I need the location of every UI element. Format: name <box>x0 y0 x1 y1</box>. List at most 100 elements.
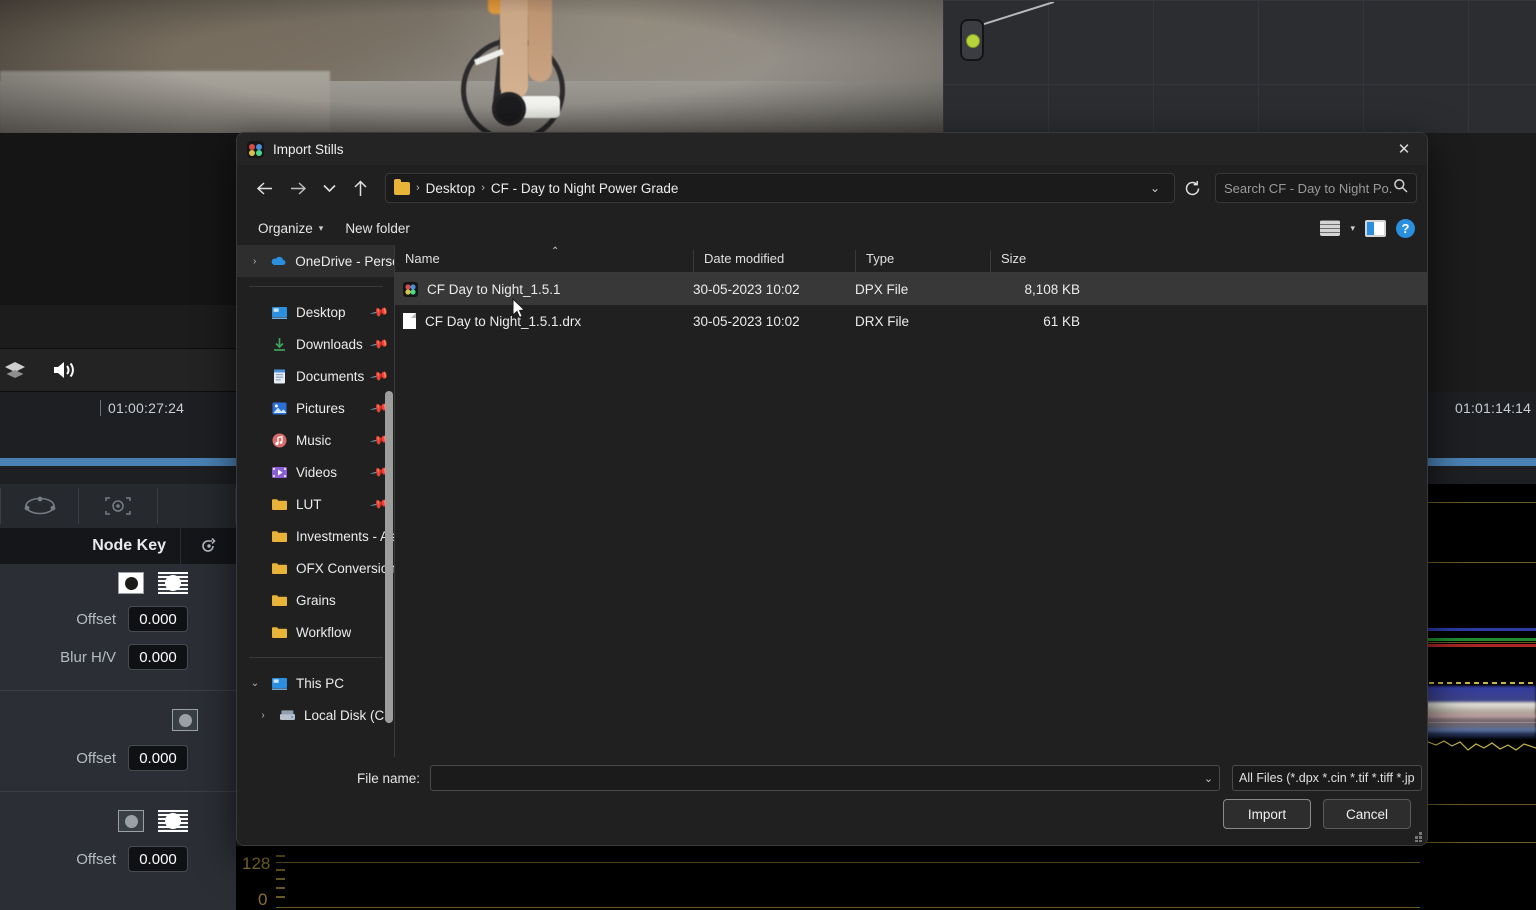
inspector-tool-strip[interactable] <box>0 484 236 528</box>
solid-dot-toggle-on[interactable] <box>118 572 144 594</box>
sidebar-item-label: LUT <box>296 497 322 512</box>
sidebar-item-label: This PC <box>296 676 344 691</box>
speaker-icon[interactable] <box>52 360 78 380</box>
organize-button[interactable]: Organize ▾ <box>249 216 332 241</box>
column-header-date[interactable]: Date modified <box>693 250 855 272</box>
chevron-right-icon[interactable]: › <box>247 256 262 267</box>
breadcrumb-item-desktop[interactable]: Desktop <box>426 181 476 196</box>
column-header-name[interactable]: Name <box>395 250 693 272</box>
viewer-toolbar[interactable] <box>0 348 236 392</box>
pin-icon[interactable]: 📌 <box>369 302 389 322</box>
filename-field[interactable] <box>437 771 1204 786</box>
offset-row-3[interactable]: Offset 0.000 <box>0 832 236 872</box>
striped-dot-toggle-2[interactable] <box>158 810 188 832</box>
offset-row-1[interactable]: Offset 0.000 <box>0 594 236 632</box>
dialog-titlebar[interactable]: Import Stills ✕ <box>237 133 1427 165</box>
sidebar-item-workflow[interactable]: Workflow <box>237 616 395 648</box>
filename-input[interactable]: ⌄ <box>430 765 1220 791</box>
file-list-pane[interactable]: Name Date modified Type Size ⌃ CF Day to… <box>395 245 1427 757</box>
action-buttons[interactable]: Import Cancel <box>237 799 1427 829</box>
breadcrumb-item-folder[interactable]: CF - Day to Night Power Grade <box>491 181 679 196</box>
magnifier-icon[interactable] <box>1393 178 1408 198</box>
sidebar-item-downloads[interactable]: Downloads 📌 <box>237 328 395 360</box>
view-chevron-down-icon[interactable]: ▾ <box>1350 223 1355 234</box>
sidebar-item-grains[interactable]: Grains <box>237 584 395 616</box>
toggle-row-1[interactable] <box>0 564 236 594</box>
node-graph-panel[interactable] <box>943 0 1536 133</box>
filename-row[interactable]: File name: ⌄ All Files (*.dpx *.cin *.ti… <box>237 757 1427 799</box>
file-type-filter-select[interactable]: All Files (*.dpx *.cin *.tif *.tiff *.jp… <box>1232 765 1422 791</box>
breadcrumb[interactable]: › Desktop › CF - Day to Night Power Grad… <box>385 173 1175 203</box>
dialog-footer[interactable]: File name: ⌄ All Files (*.dpx *.cin *.ti… <box>237 757 1427 845</box>
file-name-label: CF Day to Night_1.5.1.drx <box>425 314 581 329</box>
chevron-right-icon[interactable]: › <box>255 710 271 721</box>
tracker-icon[interactable] <box>79 488 157 524</box>
up-button[interactable] <box>343 172 377 204</box>
node-key-panel[interactable]: Offset 0.000 Blur H/V 0.000 Offset 0.000 <box>0 564 236 910</box>
timeline-clip-bar-left[interactable] <box>0 458 236 466</box>
layers-icon[interactable] <box>4 361 26 379</box>
blur-value[interactable]: 0.000 <box>128 644 188 670</box>
gray-dot-toggle-2[interactable] <box>118 810 144 832</box>
sidebar-item-investments[interactable]: Investments - As <box>237 520 395 552</box>
offset-value[interactable]: 0.000 <box>128 606 188 632</box>
sidebar-item-lut[interactable]: LUT 📌 <box>237 488 395 520</box>
back-button[interactable] <box>247 172 281 204</box>
file-list-header[interactable]: Name Date modified Type Size ⌃ <box>395 245 1427 273</box>
sidebar-item-desktop[interactable]: Desktop 📌 <box>237 296 395 328</box>
navigation-bar[interactable]: › Desktop › CF - Day to Night Power Grad… <box>237 165 1427 211</box>
sidebar-item-documents[interactable]: Documents 📌 <box>237 360 395 392</box>
striped-dot-toggle[interactable] <box>158 572 188 594</box>
pin-icon[interactable]: 📌 <box>369 334 389 354</box>
offset-value-2[interactable]: 0.000 <box>128 745 188 771</box>
offset-row-2[interactable]: Offset 0.000 <box>0 731 236 771</box>
cancel-button[interactable]: Cancel <box>1323 799 1411 829</box>
sidebar-item-ofx-conversion[interactable]: OFX Conversion <box>237 552 395 584</box>
search-input[interactable]: Search CF - Day to Night Po... <box>1215 173 1417 203</box>
reset-icon[interactable] <box>180 528 236 564</box>
close-icon[interactable]: ✕ <box>1381 133 1427 165</box>
column-header-size[interactable]: Size <box>990 250 1080 272</box>
file-name-cell[interactable]: CF Day to Night_1.5.1 <box>395 282 693 297</box>
pin-icon[interactable]: 📌 <box>369 366 389 386</box>
sidebar-item-label: OFX Conversion <box>296 561 395 576</box>
file-name-cell[interactable]: CF Day to Night_1.5.1.drx <box>395 313 693 329</box>
command-bar[interactable]: Organize ▾ New folder ▾ ? <box>237 211 1427 245</box>
sidebar-item-pictures[interactable]: Pictures 📌 <box>237 392 395 424</box>
sidebar-item-this-pc[interactable]: ⌄ This PC <box>237 667 395 699</box>
filename-chevron-down-icon[interactable]: ⌄ <box>1204 772 1213 785</box>
column-header-type[interactable]: Type <box>855 250 990 272</box>
toggle-row-3[interactable] <box>0 802 236 832</box>
view-controls[interactable]: ▾ ? <box>1320 219 1415 238</box>
resize-grip-icon[interactable] <box>1413 832 1423 842</box>
filter-chevron-down-icon[interactable]: ⌄ <box>1415 772 1422 785</box>
table-row[interactable]: CF Day to Night_1.5.1.drx 30-05-2023 10:… <box>395 305 1427 337</box>
keyframe-icon[interactable] <box>0 488 79 524</box>
blur-row[interactable]: Blur H/V 0.000 <box>0 632 236 670</box>
node-thumbnail[interactable] <box>960 19 984 61</box>
tool-strip-spacer <box>158 488 236 524</box>
navigation-sidebar[interactable]: › OneDrive - Perso Desktop 📌 <box>237 245 395 757</box>
offset-value-3[interactable]: 0.000 <box>128 846 188 872</box>
breadcrumb-dropdown-icon[interactable]: ⌄ <box>1144 181 1166 195</box>
gray-dot-toggle[interactable] <box>172 709 198 731</box>
sidebar-scrollbar[interactable] <box>385 391 393 723</box>
sidebar-item-onedrive[interactable]: › OneDrive - Perso <box>237 245 395 277</box>
table-row[interactable]: CF Day to Night_1.5.1 30-05-2023 10:02 D… <box>395 273 1427 305</box>
list-view-icon[interactable] <box>1320 220 1340 236</box>
chevron-down-icon[interactable]: ⌄ <box>247 678 263 689</box>
sidebar-item-videos[interactable]: Videos 📌 <box>237 456 395 488</box>
forward-button[interactable] <box>281 172 315 204</box>
new-folder-button[interactable]: New folder <box>336 216 419 241</box>
preview-pane-icon[interactable] <box>1365 220 1386 237</box>
timeline-clip-bar-right[interactable] <box>1420 458 1536 466</box>
sidebar-item-music[interactable]: Music 📌 <box>237 424 395 456</box>
sidebar-item-local-disk[interactable]: › Local Disk (C:) <box>237 699 395 731</box>
import-button[interactable]: Import <box>1223 799 1311 829</box>
import-stills-dialog[interactable]: Import Stills ✕ › Desktop › CF - Day to … <box>236 132 1428 846</box>
help-icon[interactable]: ? <box>1396 219 1415 238</box>
node-output-dot[interactable] <box>966 34 980 48</box>
recent-locations-icon[interactable] <box>315 172 343 204</box>
refresh-icon[interactable] <box>1175 172 1209 204</box>
toggle-row-2[interactable] <box>0 701 236 731</box>
